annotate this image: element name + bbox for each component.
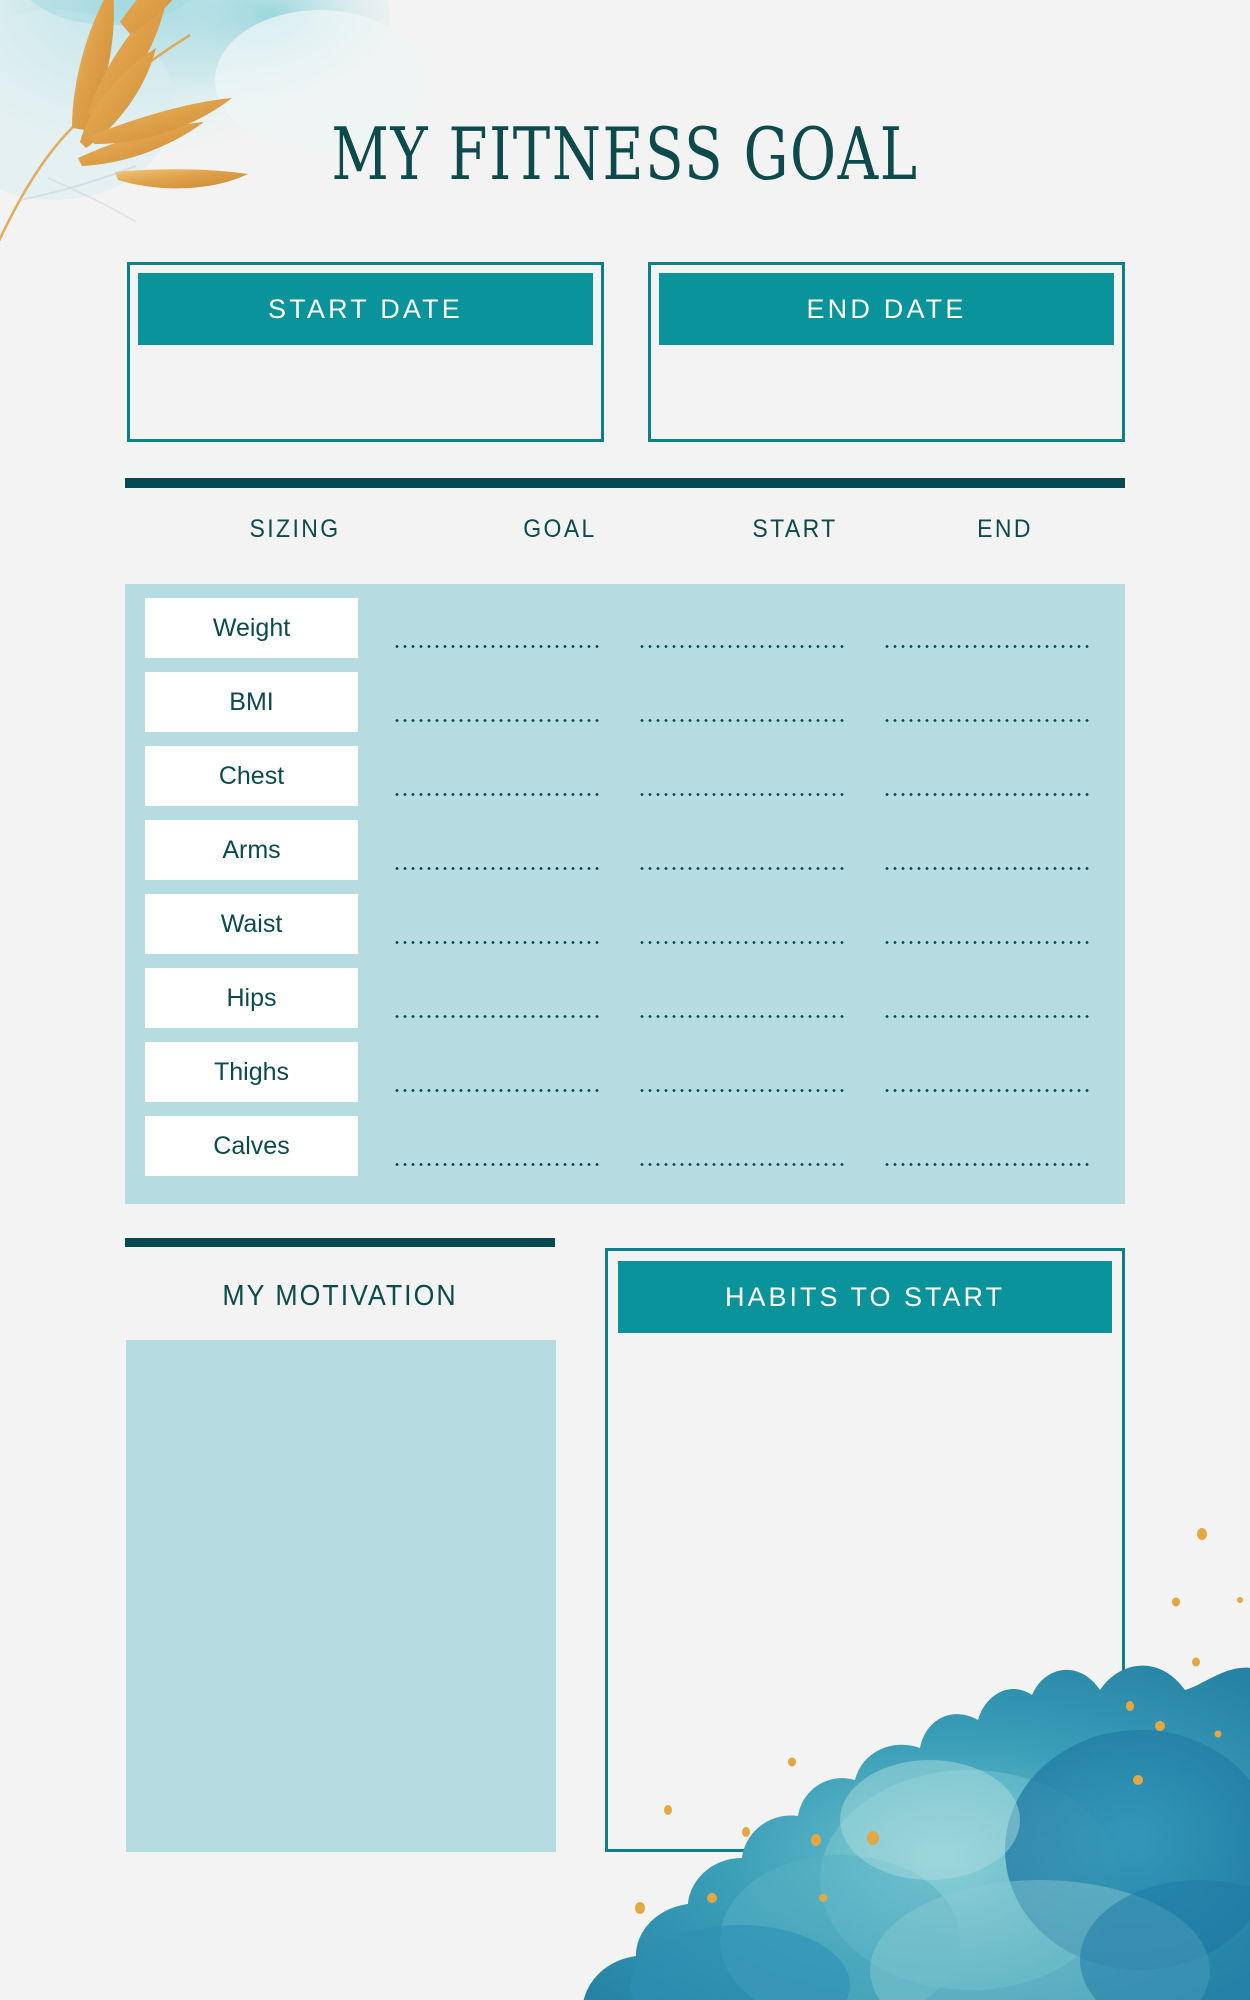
end-date-input[interactable] xyxy=(661,353,1112,433)
row-goal-field-waist[interactable] xyxy=(393,940,603,945)
row-start-field-bmi[interactable] xyxy=(638,718,848,723)
table-row[interactable]: Calves xyxy=(125,1116,1125,1176)
column-header-goal: GOAL xyxy=(523,515,597,543)
row-goal-field-arms[interactable] xyxy=(393,866,603,871)
start-date-box[interactable]: START DATE xyxy=(127,262,604,442)
row-label-bmi: BMI xyxy=(145,672,358,732)
end-date-label: END DATE xyxy=(659,273,1114,345)
row-goal-field-bmi[interactable] xyxy=(393,718,603,723)
column-header-end: END xyxy=(977,515,1033,543)
row-start-field-waist[interactable] xyxy=(638,940,848,945)
row-label-hips: Hips xyxy=(145,968,358,1028)
row-goal-field-hips[interactable] xyxy=(393,1014,603,1019)
row-start-field-chest[interactable] xyxy=(638,792,848,797)
page-title: MY FITNESS GOAL xyxy=(331,112,919,196)
row-start-field-calves[interactable] xyxy=(638,1162,848,1167)
row-start-field-weight[interactable] xyxy=(638,644,848,649)
sizing-table-header-row: SIZING GOAL START END xyxy=(125,515,1125,557)
end-date-box[interactable]: END DATE xyxy=(648,262,1125,442)
table-row[interactable]: Waist xyxy=(125,894,1125,954)
motivation-input[interactable] xyxy=(126,1340,556,1852)
row-goal-field-calves[interactable] xyxy=(393,1162,603,1167)
column-header-sizing: SIZING xyxy=(249,515,341,543)
table-row[interactable]: Weight xyxy=(125,598,1125,658)
row-start-field-arms[interactable] xyxy=(638,866,848,871)
table-row[interactable]: Arms xyxy=(125,820,1125,880)
row-label-thighs: Thighs xyxy=(145,1042,358,1102)
start-date-input[interactable] xyxy=(140,353,591,433)
table-row[interactable]: BMI xyxy=(125,672,1125,732)
fitness-goal-planner-page: MY FITNESS GOAL START DATE END DATE SIZI… xyxy=(0,0,1250,2000)
row-label-calves: Calves xyxy=(145,1116,358,1176)
table-divider xyxy=(125,478,1125,488)
start-date-label: START DATE xyxy=(138,273,593,345)
row-end-field-weight[interactable] xyxy=(883,644,1093,649)
habits-input[interactable] xyxy=(618,1341,1112,1841)
table-row[interactable]: Thighs xyxy=(125,1042,1125,1102)
habits-to-start-box: HABITS TO START xyxy=(605,1248,1125,1852)
row-end-field-bmi[interactable] xyxy=(883,718,1093,723)
row-end-field-hips[interactable] xyxy=(883,1014,1093,1019)
motivation-divider xyxy=(125,1238,555,1247)
row-goal-field-chest[interactable] xyxy=(393,792,603,797)
table-row[interactable]: Chest xyxy=(125,746,1125,806)
habits-title: HABITS TO START xyxy=(618,1261,1112,1333)
column-header-start: START xyxy=(752,515,838,543)
motivation-title: MY MOTIVATION xyxy=(222,1280,458,1312)
row-start-field-thighs[interactable] xyxy=(638,1088,848,1093)
row-end-field-chest[interactable] xyxy=(883,792,1093,797)
row-end-field-thighs[interactable] xyxy=(883,1088,1093,1093)
row-label-chest: Chest xyxy=(145,746,358,806)
row-end-field-calves[interactable] xyxy=(883,1162,1093,1167)
row-start-field-hips[interactable] xyxy=(638,1014,848,1019)
row-label-arms: Arms xyxy=(145,820,358,880)
table-row[interactable]: Hips xyxy=(125,968,1125,1028)
row-end-field-arms[interactable] xyxy=(883,866,1093,871)
row-goal-field-thighs[interactable] xyxy=(393,1088,603,1093)
sizing-table-panel: Weight BMI Chest Arms Waist Hips Thighs … xyxy=(125,584,1125,1204)
row-label-waist: Waist xyxy=(145,894,358,954)
row-end-field-waist[interactable] xyxy=(883,940,1093,945)
row-goal-field-weight[interactable] xyxy=(393,644,603,649)
row-label-weight: Weight xyxy=(145,598,358,658)
